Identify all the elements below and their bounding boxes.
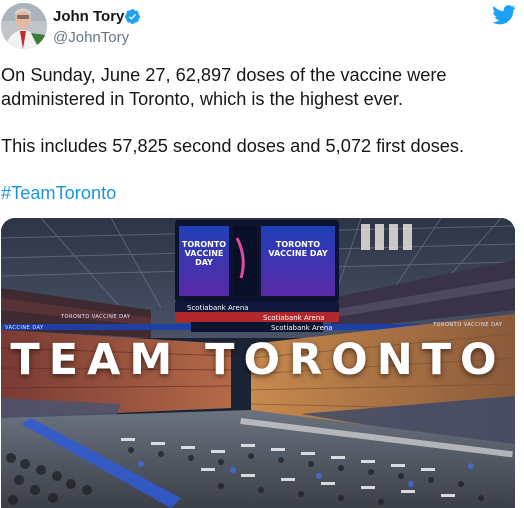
avatar[interactable] — [1, 3, 47, 49]
sponsor-board-2: Scotiabank Arena — [263, 314, 325, 322]
twitter-bird-icon[interactable] — [492, 5, 516, 25]
avatar-image — [1, 3, 47, 49]
author-handle[interactable]: @JohnTory — [53, 28, 129, 47]
ribbon-board-far-left: VACCINE DAY — [5, 325, 44, 331]
tweet-paragraph-1: On Sunday, June 27, 62,897 doses of the … — [1, 65, 447, 109]
ribbon-board-left: TORONTO VACCINE DAY — [61, 314, 131, 320]
scoreboard-left-text: TORONTO VACCINE DAY — [181, 240, 227, 267]
tweet-media-image[interactable]: TORONTO VACCINE DAY TORONTO VACCINE DAY … — [1, 218, 515, 508]
media-overlay-title: TEAM TORONTO — [10, 335, 506, 385]
hashtag-link[interactable]: #TeamToronto — [1, 181, 516, 205]
tweet-body: On Sunday, June 27, 62,897 doses of the … — [1, 63, 516, 205]
sponsor-board-3: Scotiabank Arena — [271, 324, 333, 332]
scoreboard-right-text: TORONTO VACCINE DAY — [268, 240, 328, 258]
tweet-paragraph-2: This includes 57,825 second doses and 5,… — [1, 136, 465, 156]
sponsor-board-1: Scotiabank Arena — [187, 304, 249, 312]
author-display-name[interactable]: John Tory — [53, 7, 124, 26]
tweet-header: John Tory @JohnTory — [0, 0, 524, 52]
ribbon-board-right: TORONTO VACCINE DAY — [433, 322, 503, 328]
verified-badge-icon — [124, 8, 141, 25]
